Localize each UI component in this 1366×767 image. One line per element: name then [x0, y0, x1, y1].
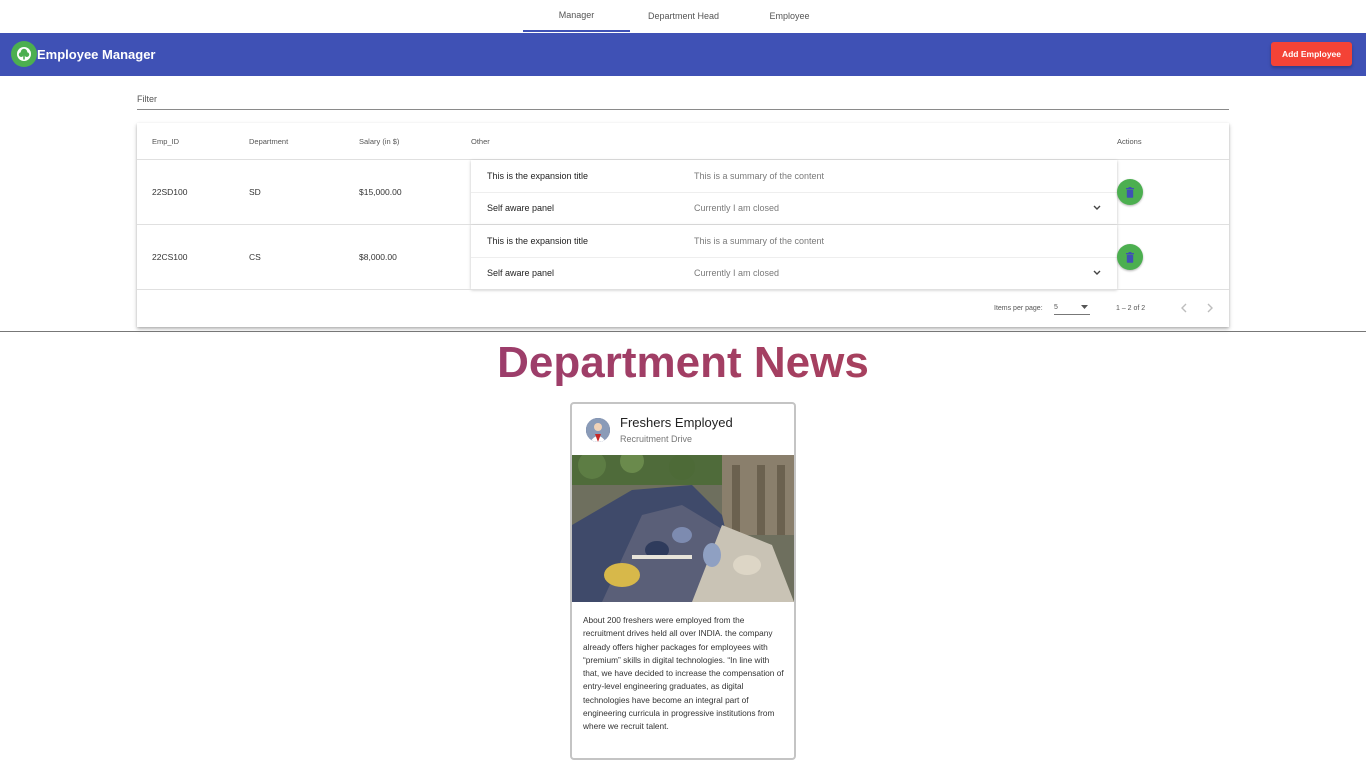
delete-button[interactable] — [1117, 244, 1143, 270]
chevron-right-icon — [1207, 303, 1213, 313]
add-employee-button[interactable]: Add Employee — [1271, 42, 1352, 66]
expansion-accordion: This is the expansion title This is a su… — [471, 225, 1117, 289]
cell-emp-id: 22SD100 — [152, 187, 188, 197]
news-card-title: Freshers Employed — [620, 415, 733, 430]
cell-department: CS — [249, 252, 261, 262]
self-aware-panel-state: Currently I am closed — [694, 268, 780, 278]
news-card-body: About 200 freshers were employed from th… — [583, 615, 784, 732]
header-actions: Actions — [1117, 136, 1142, 146]
header-emp-id[interactable]: Emp_ID — [152, 123, 179, 159]
page-size-select[interactable]: 5 — [1054, 301, 1090, 315]
previous-page-button[interactable] — [1176, 300, 1192, 316]
self-aware-panel-title: Self aware panel — [487, 203, 555, 213]
header-other: Other — [471, 136, 490, 146]
self-aware-panel-header[interactable]: Self aware panel Currently I am closed — [471, 192, 1117, 224]
header-salary[interactable]: Salary (in $) — [359, 123, 399, 159]
page-range-label: 1 – 2 of 2 — [1116, 304, 1146, 312]
cell-department: SD — [249, 187, 261, 197]
cell-emp-id: 22CS100 — [152, 252, 188, 262]
cell-salary: $15,000.00 — [359, 187, 402, 197]
trash-icon — [1126, 251, 1134, 263]
chevron-down-icon[interactable] — [1092, 204, 1102, 212]
self-aware-panel-header[interactable]: Self aware panel Currently I am closed — [471, 257, 1117, 289]
self-aware-panel-title: Self aware panel — [487, 268, 555, 278]
expansion-panel-title: This is the expansion title — [487, 236, 589, 246]
trash-icon — [1126, 186, 1134, 198]
news-card-subtitle: Recruitment Drive — [620, 434, 693, 444]
dropdown-arrow-icon — [1081, 305, 1088, 309]
chevron-down-icon[interactable] — [1092, 269, 1102, 277]
chevron-left-icon — [1181, 303, 1187, 313]
role-tab-bar: Manager Department Head Employee — [0, 0, 1366, 32]
expansion-panel-header[interactable]: This is the expansion title This is a su… — [471, 160, 1117, 193]
expansion-panel-title: This is the expansion title — [487, 171, 589, 181]
expansion-panel-summary: This is a summary of the content — [694, 171, 825, 181]
filter-field[interactable] — [137, 89, 1229, 110]
avatar — [586, 418, 610, 442]
news-card: Freshers Employed Recruitment Drive Abou… — [570, 402, 796, 760]
self-aware-panel-state: Currently I am closed — [694, 203, 780, 213]
tab-manager[interactable]: Manager — [523, 0, 630, 32]
app-toolbar: Employee Manager Add Employee — [0, 33, 1366, 76]
recruitment-photo — [572, 455, 794, 602]
news-heading: Department News — [0, 336, 1366, 390]
app-title: Employee Manager — [37, 47, 156, 62]
tab-department-head[interactable]: Department Head — [630, 0, 737, 31]
expansion-accordion: This is the expansion title This is a su… — [471, 160, 1117, 224]
items-per-page-label: Items per page: — [994, 304, 1043, 312]
expansion-panel-summary: This is a summary of the content — [694, 236, 825, 246]
cell-salary: $8,000.00 — [359, 252, 397, 262]
paginator: Items per page: 5 1 – 2 of 2 — [137, 289, 1229, 327]
expansion-panel-header[interactable]: This is the expansion title This is a su… — [471, 225, 1117, 258]
section-divider — [0, 331, 1366, 332]
employee-table: Emp_ID Department Salary (in $) Other Ac… — [137, 123, 1229, 327]
filter-input[interactable] — [137, 89, 1229, 109]
tree-icon — [11, 41, 37, 67]
header-department[interactable]: Department — [249, 123, 288, 159]
next-page-button[interactable] — [1202, 300, 1218, 316]
page-size-value: 5 — [1054, 304, 1058, 311]
delete-button[interactable] — [1117, 179, 1143, 205]
tab-employee[interactable]: Employee — [736, 0, 843, 31]
